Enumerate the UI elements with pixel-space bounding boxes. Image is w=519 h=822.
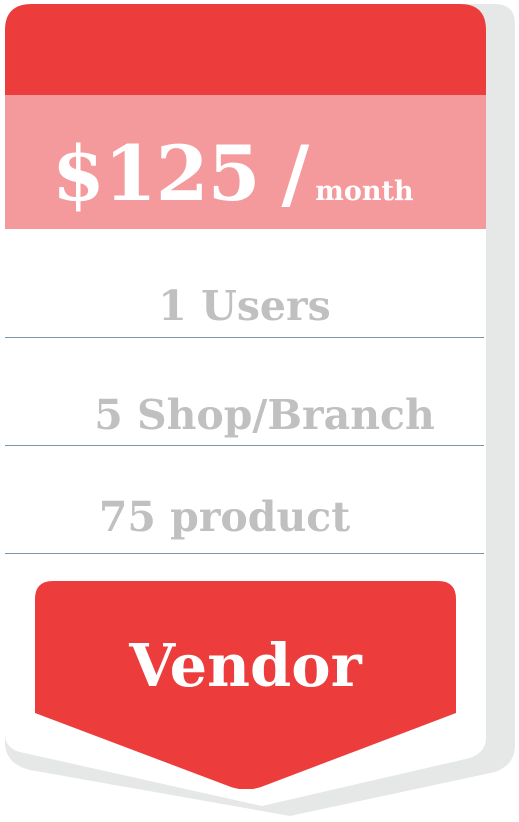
vendor-button-label: Vendor [129,631,362,700]
divider [5,337,484,338]
divider [5,553,484,554]
card-header-band [5,4,486,95]
price-period: month [315,176,414,207]
vendor-button[interactable]: Vendor [35,581,456,790]
feature-shops: 5 Shop/Branch [94,391,435,439]
feature-users: 1 Users [158,282,331,330]
price-display: $125 / month [52,136,414,236]
divider [5,445,484,446]
price-amount: $125 [52,129,261,218]
price-slash: / [281,129,310,218]
feature-products: 75 product [98,493,351,541]
